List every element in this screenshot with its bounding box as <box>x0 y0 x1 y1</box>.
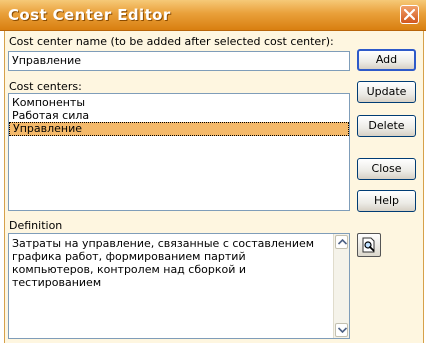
dialog-client-area: Cost center name (to be added after sele… <box>4 31 424 343</box>
window-close-button[interactable] <box>400 5 419 24</box>
scroll-down-button[interactable] <box>335 323 348 337</box>
cost-center-editor-window: Cost Center Editor Cost center name (to … <box>0 0 426 347</box>
delete-button[interactable]: Delete <box>357 115 416 137</box>
cost-centers-label: Cost centers: <box>9 80 82 93</box>
cost-center-name-input[interactable]: Управление <box>8 51 350 71</box>
scroll-up-button[interactable] <box>335 235 348 249</box>
cost-center-name-label: Cost center name (to be added after sele… <box>9 35 334 48</box>
definition-textarea[interactable]: Затраты на управление, связанные с соста… <box>8 233 350 339</box>
update-button[interactable]: Update <box>357 81 416 103</box>
list-item[interactable]: Работая сила <box>9 109 349 122</box>
title-bar[interactable]: Cost Center Editor <box>0 0 426 31</box>
window-title: Cost Center Editor <box>8 6 171 24</box>
add-button[interactable]: Add <box>357 49 416 71</box>
list-item[interactable]: Компоненты <box>9 96 349 109</box>
definition-label: Definition <box>9 219 63 232</box>
close-button[interactable]: Close <box>357 158 416 180</box>
help-button[interactable]: Help <box>357 190 416 212</box>
list-item-selected[interactable]: Управление <box>9 122 349 136</box>
cost-centers-listbox[interactable]: Компоненты Работая сила Управление <box>8 93 350 211</box>
preview-button[interactable] <box>357 233 381 257</box>
definition-scrollbar[interactable] <box>333 234 349 338</box>
definition-text: Затраты на управление, связанные с соста… <box>12 237 315 289</box>
